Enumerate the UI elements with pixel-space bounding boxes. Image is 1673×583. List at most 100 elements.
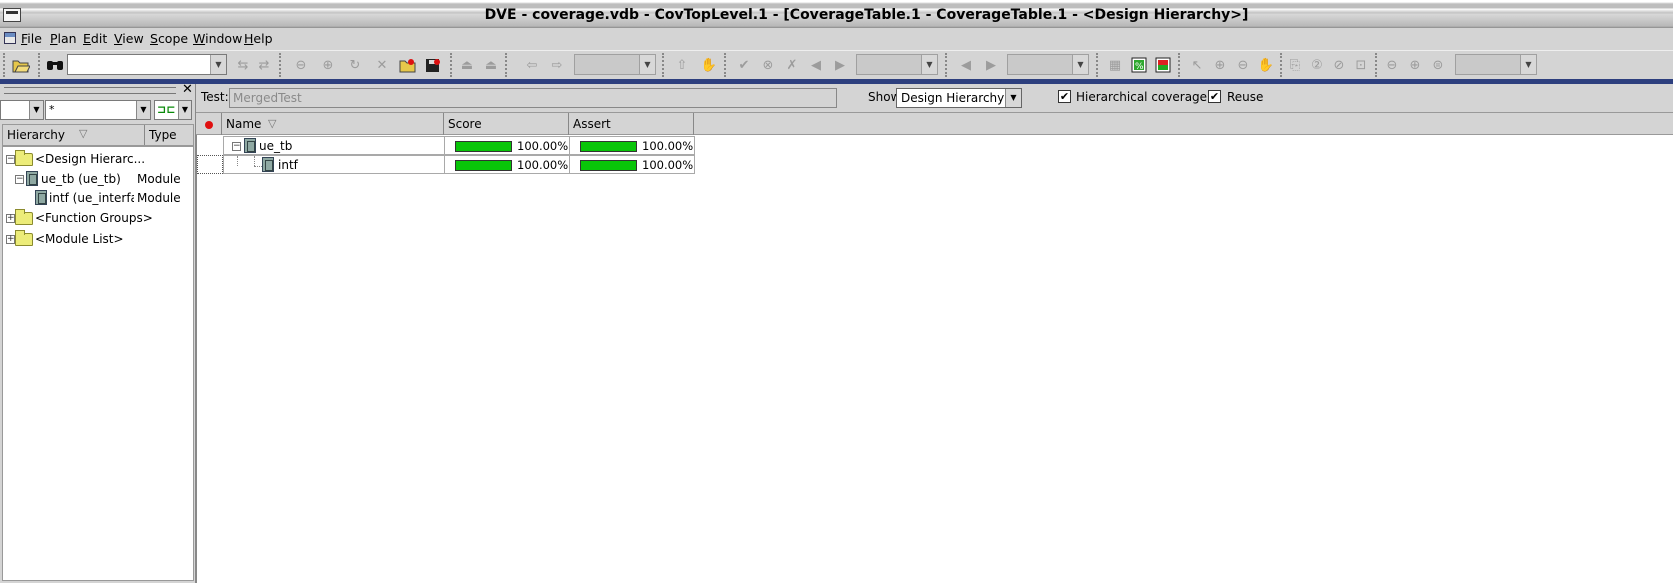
menu-edit[interactable]: Edit [83,31,107,46]
cancel-circle-icon[interactable]: ⊗ [757,54,779,76]
coverage-map-icon[interactable] [1152,54,1174,76]
table-row[interactable]: − ue_tb 100.00% 100.00% [197,136,695,155]
zoom-next-icon[interactable]: ⊕ [1404,54,1426,76]
zoom-prev-icon[interactable]: ⊖ [1381,54,1403,76]
menu-plan[interactable]: Plan [50,31,77,46]
unload-icon[interactable]: ⏏ [480,54,502,76]
sort-icon[interactable]: ▽ [79,127,87,140]
expand-icon[interactable]: + [6,235,15,244]
chevron-down-icon[interactable]: ▼ [921,55,937,74]
test-field[interactable]: MergedTest [229,88,837,108]
marker-column[interactable] [196,113,222,135]
chevron-down-icon[interactable]: ▼ [178,101,191,119]
find-next-icon[interactable]: ⇄ [253,54,275,76]
back-arrow-icon[interactable]: ⇦ [521,54,543,76]
page-icon[interactable]: ⎘ [1284,54,1306,76]
toolbar-grip[interactable] [505,53,511,77]
open-db-icon[interactable] [397,54,419,76]
column-score[interactable]: Score [444,113,569,135]
menu-scope[interactable]: Scope [150,31,188,46]
column-hierarchy[interactable]: Hierarchy [7,128,65,142]
column-assert[interactable]: Assert [569,113,694,135]
next-cover-icon[interactable]: ▶ [980,54,1002,76]
zoom-out-circle-icon[interactable]: ⊖ [290,54,312,76]
tree-node-ue-tb[interactable]: − ue_tb (ue_tb) Module [3,169,193,189]
find-prev-icon[interactable]: ⇆ [232,54,254,76]
zoom-out-icon[interactable]: ⊖ [1232,54,1254,76]
collapse-icon[interactable]: − [6,155,15,164]
cover-combo[interactable]: ▼ [1007,54,1089,75]
panel-drag-handle[interactable] [4,87,176,94]
refresh-circle-icon[interactable]: ↻ [344,54,366,76]
sort-icon[interactable]: ▽ [268,113,276,135]
tree-node-function-groups[interactable]: + <Function Groups> [3,208,193,228]
forward-arrow-icon[interactable]: ⇨ [546,54,568,76]
chevron-down-icon[interactable]: ▼ [1072,55,1088,74]
delete-icon[interactable]: ✕ [371,54,393,76]
title-bar[interactable]: DVE - coverage.vdb - CovTopLevel.1 - [Co… [0,0,1673,28]
zoom-2-icon[interactable]: ② [1306,54,1328,76]
zoom-in-icon[interactable]: ⊕ [1209,54,1231,76]
reuse-checkbox[interactable]: ✔ [1208,90,1221,103]
tree-node-intf[interactable]: intf (ue_interfa... Module [3,188,193,208]
table-row[interactable]: intf 100.00% 100.00% [197,155,695,174]
check-circle-icon[interactable]: ✔ [733,54,755,76]
menu-window[interactable]: Window [193,31,242,46]
collapse-icon[interactable]: − [232,142,241,151]
binoculars-icon[interactable] [44,54,66,76]
zoom-in-circle-icon[interactable]: ⊕ [317,54,339,76]
score-cell: 100.00% [445,136,570,155]
item-combo[interactable]: ▼ [856,54,938,75]
next-item-icon[interactable]: ▶ [829,54,851,76]
assert-bar [580,160,637,171]
chevron-down-icon[interactable]: ▼ [1520,55,1536,74]
coverage-summary-icon[interactable]: % [1128,54,1150,76]
pan-hand-icon[interactable]: ✋ [1255,54,1277,76]
chevron-down-icon[interactable]: ▼ [1005,89,1021,107]
close-icon[interactable]: ✕ [181,83,194,97]
hierarchical-coverage-checkbox[interactable]: ✔ [1058,90,1071,103]
zoom-full-icon[interactable]: ⊜ [1427,54,1449,76]
show-combo[interactable]: Design Hierarchy ▼ [896,88,1022,108]
filter-combo[interactable]: * ▼ [45,100,151,120]
prev-item-icon[interactable]: ◀ [805,54,827,76]
toolbar-grip[interactable] [279,53,285,77]
expand-icon[interactable]: + [6,214,15,223]
save-db-icon[interactable] [422,54,444,76]
toolbar-grip[interactable] [1178,53,1184,77]
toolbar-grip[interactable] [3,53,9,77]
menu-help[interactable]: Help [244,31,273,46]
column-name[interactable]: Name ▽ [222,113,444,135]
chevron-down-icon[interactable]: ▼ [136,101,150,119]
up-arrow-icon[interactable]: ⇧ [671,54,693,76]
exclude-icon[interactable]: ✗ [781,54,803,76]
menu-file[interactable]: File [21,31,42,46]
hand-icon[interactable]: ✋ [698,54,720,76]
load-icon[interactable]: ⏏ [456,54,478,76]
chevron-down-icon[interactable]: ▼ [29,101,43,119]
folder-icon [15,209,33,225]
open-folder-icon[interactable] [10,54,32,76]
collapse-icon[interactable]: − [15,175,24,184]
toolbar-grip[interactable] [724,53,730,77]
history-combo[interactable]: ▼ [574,54,656,75]
chevron-down-icon[interactable]: ▼ [639,55,655,74]
zoom-half-icon[interactable]: ⊘ [1328,54,1350,76]
toolbar-grip[interactable] [1096,53,1102,77]
tree-node-module-list[interactable]: + <Module List> [3,229,193,249]
column-type[interactable]: Type [149,128,177,142]
zoom-combo[interactable]: ▼ [1455,54,1537,75]
zoom-fit-icon[interactable]: ⊡ [1350,54,1372,76]
search-combo[interactable]: ▼ [67,54,227,75]
scope-type-combo[interactable]: ▼ [0,100,44,120]
prev-cover-icon[interactable]: ◀ [955,54,977,76]
filter-mode-button[interactable]: ⊐⊏ ▼ [154,100,192,120]
column-divider[interactable] [144,125,145,145]
pointer-icon[interactable]: ↖ [1186,54,1208,76]
tree-node-design-hierarchy[interactable]: − <Design Hierarc... [3,149,193,169]
menu-view[interactable]: View [114,31,144,46]
table-icon[interactable]: ▦ [1104,54,1126,76]
chevron-down-icon[interactable]: ▼ [210,55,226,74]
toolbar-grip[interactable] [945,53,951,77]
toolbar-grip[interactable] [662,53,668,77]
